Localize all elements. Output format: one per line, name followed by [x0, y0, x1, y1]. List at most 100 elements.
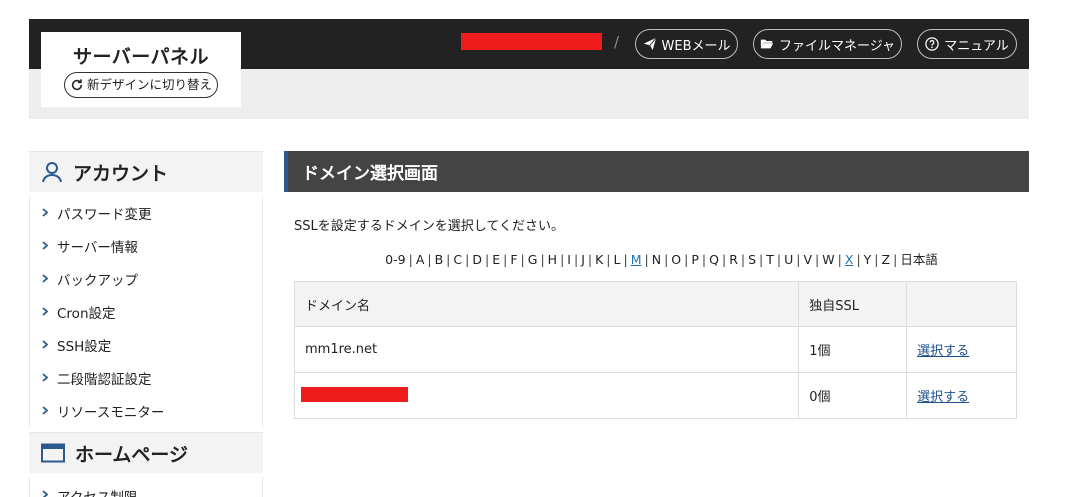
- alphabet-separator: |: [587, 252, 593, 267]
- chevron-right-icon: [42, 406, 49, 415]
- alphabet-separator: |: [408, 252, 413, 267]
- sidebar-section-homepage-title: ホームページ: [75, 443, 189, 466]
- sidebar-item-label: リソースモニター: [57, 404, 165, 421]
- redacted-domain-name: [301, 387, 408, 402]
- chevron-right-icon: [42, 241, 49, 250]
- new-design-button[interactable]: 新デザインに切り替え: [64, 72, 218, 98]
- alphabet-separator: |: [776, 252, 782, 267]
- alphabet-filter-v: V: [803, 252, 813, 267]
- sidebar-section-homepage: ホームページ: [29, 432, 263, 473]
- table-row: mm1re.net 1個 選択する: [293, 326, 1017, 373]
- alphabet-filter-d: D: [472, 252, 482, 267]
- chevron-right-icon: [42, 373, 49, 382]
- alphabet-filter-f: F: [510, 252, 518, 267]
- alphabet-filter-p: P: [691, 252, 699, 267]
- sidebar-item-label: サーバー情報: [57, 239, 138, 256]
- alphabet-filter-n: N: [651, 252, 662, 267]
- chevron-right-icon: [42, 490, 49, 497]
- sidebar-item-label: パスワード変更: [57, 206, 152, 223]
- sidebar-item-label: バックアップ: [57, 272, 138, 289]
- logo-box: サーバーパネル 新デザインに切り替え: [41, 32, 241, 107]
- chevron-right-icon: [42, 307, 49, 316]
- sidebar-item-label: アクセス制限: [57, 486, 137, 497]
- redacted-account-name: [461, 33, 602, 50]
- alphabet-filter-日本語: 日本語: [900, 252, 938, 267]
- sidebar-item-access-restriction[interactable]: アクセス制限: [30, 477, 262, 497]
- alphabet-filter-o: O: [671, 252, 682, 267]
- sidebar-item-label: Cron設定: [57, 305, 116, 322]
- main-section-header: ドメイン選択画面: [284, 151, 1029, 192]
- domain-table: ドメイン名 独自SSL mm1re.net 1個 選択する 0個 選択する: [293, 281, 1017, 419]
- sidebar-item-resource-monitor[interactable]: リソースモニター: [30, 394, 262, 427]
- browser-window-icon: [41, 443, 65, 463]
- alphabet-filter: 0-9 | A | B | C | D | E | F | G | H | I | J | K | L | M | N | O | P | Q | R |…: [294, 249, 1029, 268]
- alphabet-separator: |: [856, 252, 861, 267]
- paper-plane-icon: [643, 37, 656, 51]
- question-circle-icon: [925, 37, 939, 51]
- alphabet-filter-k: K: [595, 252, 604, 267]
- alphabet-filter-z: Z: [881, 252, 891, 267]
- column-header-domain: ドメイン名: [293, 281, 800, 327]
- sidebar-item-cron[interactable]: Cron設定: [30, 295, 262, 328]
- alphabet-separator: |: [759, 252, 764, 267]
- alphabet-separator: |: [540, 252, 545, 267]
- domain-cell: mm1re.net: [293, 326, 800, 373]
- sidebar-item-backup[interactable]: バックアップ: [30, 262, 262, 295]
- alphabet-separator: |: [623, 252, 628, 267]
- manual-button[interactable]: マニュアル: [917, 29, 1017, 59]
- alphabet-filter-i: I: [567, 252, 571, 267]
- alphabet-separator: |: [721, 252, 727, 267]
- ssl-count-cell: 1個: [798, 326, 908, 373]
- alphabet-filter-q: Q: [709, 252, 719, 267]
- alphabet-separator: |: [484, 252, 490, 267]
- chevron-right-icon: [42, 340, 49, 349]
- alphabet-separator: |: [606, 252, 611, 267]
- logo-title: サーバーパネル: [72, 46, 210, 68]
- webmail-button[interactable]: WEBメール: [635, 29, 738, 59]
- alphabet-separator: |: [837, 252, 842, 267]
- select-domain-link[interactable]: 選択する: [917, 344, 969, 359]
- alphabet-separator: |: [446, 252, 451, 267]
- alphabet-separator: |: [893, 252, 898, 267]
- alphabet-separator: |: [874, 252, 879, 267]
- sidebar-item-label: SSH設定: [57, 338, 112, 355]
- alphabet-filter-m[interactable]: M: [631, 252, 642, 267]
- alphabet-separator: |: [573, 252, 579, 267]
- alphabet-filter-c: C: [453, 252, 463, 267]
- alphabet-filter-s: S: [748, 252, 757, 267]
- sidebar-item-two-factor[interactable]: 二段階認証設定: [30, 361, 262, 394]
- action-cell: 選択する: [906, 372, 1017, 419]
- alphabet-separator: |: [560, 252, 565, 267]
- select-domain-link[interactable]: 選択する: [917, 390, 969, 405]
- table-header-row: ドメイン名 独自SSL: [293, 281, 1017, 327]
- alphabet-separator: |: [427, 252, 432, 267]
- alphabet-filter-h: H: [547, 252, 558, 267]
- sidebar-account-list: パスワード変更 サーバー情報 バックアップ Cron設定 SSH設定 二段階認証…: [29, 196, 263, 427]
- refresh-icon: [71, 79, 83, 91]
- alphabet-filter-x[interactable]: X: [845, 252, 854, 267]
- sidebar-item-password[interactable]: パスワード変更: [30, 196, 262, 229]
- folder-open-icon: [760, 39, 774, 49]
- table-row: 0個 選択する: [293, 372, 1017, 419]
- column-header-ssl: 独自SSL: [798, 281, 908, 327]
- ssl-count-cell: 0個: [798, 372, 908, 419]
- alphabet-separator: |: [503, 252, 508, 267]
- file-manager-button[interactable]: ファイルマネージャ: [753, 29, 902, 59]
- sidebar-item-server-info[interactable]: サーバー情報: [30, 229, 262, 262]
- alphabet-separator: |: [815, 252, 820, 267]
- user-icon: [42, 162, 62, 183]
- page-title: ドメイン選択画面: [302, 164, 438, 184]
- alphabet-separator: |: [520, 252, 525, 267]
- sidebar-item-ssh[interactable]: SSH設定: [30, 328, 262, 361]
- sidebar-section-account: アカウント: [29, 151, 263, 192]
- alphabet-separator: |: [701, 252, 707, 267]
- alphabet-separator: |: [684, 252, 689, 267]
- chevron-right-icon: [42, 274, 49, 283]
- file-manager-label: ファイルマネージャ: [778, 38, 896, 54]
- sidebar-item-label: 二段階認証設定: [57, 371, 152, 388]
- alphabet-filter-j: J: [581, 252, 585, 267]
- alphabet-separator: |: [465, 252, 470, 267]
- alphabet-filter-a: A: [415, 252, 425, 267]
- column-header-action: [906, 281, 1017, 327]
- alphabet-filter-u: U: [784, 252, 794, 267]
